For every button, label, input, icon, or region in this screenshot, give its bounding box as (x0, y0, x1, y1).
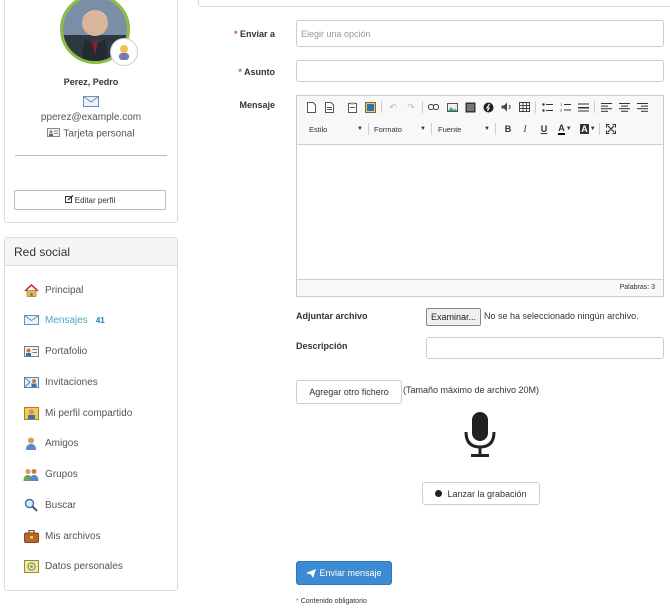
personal-data-icon (23, 559, 39, 573)
subject-label: * Asunto (238, 67, 275, 77)
align-right-icon[interactable] (635, 100, 649, 114)
record-icon (435, 490, 443, 497)
svg-text:2: 2 (560, 108, 563, 113)
panel-title: Red social (14, 245, 71, 259)
image-icon[interactable] (445, 100, 459, 114)
attach-file-label: Adjuntar archivo (296, 311, 368, 321)
italic-button[interactable]: I (518, 122, 532, 136)
sidebar-item-datos-personales[interactable]: Datos personales (23, 557, 123, 575)
svg-text:1: 1 (560, 102, 563, 107)
background-color-button[interactable]: A ▼ (579, 122, 597, 136)
table-icon[interactable] (517, 100, 531, 114)
description-field[interactable] (426, 337, 664, 359)
undo-icon[interactable]: ↶ (386, 100, 400, 114)
sidebar-item-mis-archivos[interactable]: Mis archivos (23, 527, 101, 545)
editor-toolbar: ↶ ↷ 12 Estilo ▼ Formato ▼ Fuente ▼ B I U A ▼… (297, 96, 663, 145)
vcard-icon (47, 128, 61, 140)
paper-plane-icon (306, 568, 317, 578)
envelope-icon (23, 313, 39, 327)
edit-icon (64, 195, 74, 205)
microphone-icon (463, 412, 497, 458)
align-center-icon[interactable] (617, 100, 631, 114)
editor-status-bar: Palabras: 3 (297, 279, 663, 296)
sidebar-item-mensajes[interactable]: Mensajes 41 (23, 311, 105, 329)
briefcase-icon (23, 529, 39, 543)
add-another-file-button[interactable]: Agregar otro fichero (296, 380, 402, 404)
user-badge-icon (110, 38, 138, 66)
friends-icon (23, 436, 39, 450)
browse-file-button[interactable]: Examinar... (426, 308, 481, 326)
send-message-button[interactable]: Enviar mensaje (296, 561, 392, 585)
templates-icon[interactable] (322, 100, 336, 114)
recipient-label: * Enviar a (233, 29, 275, 39)
social-network-panel: Red social Principal Mensajes 41 Portafol… (4, 237, 178, 591)
no-file-selected-text: No se ha seleccionado ningún archivo. (484, 311, 639, 321)
paste-word-icon[interactable] (363, 100, 377, 114)
chevron-down-icon: ▼ (484, 126, 490, 132)
audio-icon[interactable] (499, 100, 513, 114)
sidebar-item-grupos[interactable]: Grupos (23, 465, 78, 483)
redo-icon[interactable]: ↷ (404, 100, 418, 114)
profile-panel: Perez, Pedro pperez@example.com Tarjeta … (4, 0, 178, 223)
vcard-link[interactable]: Tarjeta personal (5, 128, 177, 140)
envelope-icon[interactable] (5, 94, 177, 112)
chevron-down-icon: ▼ (420, 126, 426, 132)
new-page-icon[interactable] (304, 100, 318, 114)
message-label: Mensaje (239, 100, 275, 110)
paste-text-icon[interactable] (346, 100, 360, 114)
vcard-label: Tarjeta personal (63, 128, 135, 140)
sidebar-item-amigos[interactable]: Amigos (23, 434, 78, 452)
bold-button[interactable]: B (501, 122, 515, 136)
panel-header: Red social (5, 238, 177, 266)
word-count: Palabras: 3 (619, 284, 655, 291)
subject-field[interactable] (296, 60, 664, 82)
font-dropdown[interactable]: Fuente ▼ (438, 122, 490, 136)
max-file-size-note: (Tamaño máximo de archivo 20M) (403, 385, 540, 395)
bullet-list-icon[interactable] (540, 100, 554, 114)
search-icon (23, 498, 39, 512)
sidebar-item-buscar[interactable]: Buscar (23, 496, 76, 514)
sidebar-item-principal[interactable]: Principal (23, 281, 83, 299)
groups-icon (23, 467, 39, 481)
description-label: Descripción (296, 341, 348, 351)
maximize-icon[interactable] (604, 122, 618, 136)
message-editor[interactable]: ↶ ↷ 12 Estilo ▼ Formato ▼ Fuente ▼ B I U A ▼… (296, 95, 664, 297)
format-dropdown[interactable]: Formato ▼ (374, 122, 426, 136)
sidebar-item-invitaciones[interactable]: Invitaciones (23, 373, 98, 391)
user-name: Perez, Pedro (63, 77, 119, 87)
align-left-icon[interactable] (599, 100, 613, 114)
user-email: pperez@example.com (40, 112, 142, 123)
numbered-list-icon[interactable]: 12 (558, 100, 572, 114)
text-color-button[interactable]: A ▼ (556, 122, 574, 136)
portfolio-icon (23, 344, 39, 358)
flash-icon[interactable] (481, 100, 495, 114)
shared-profile-icon (23, 406, 39, 420)
video-icon[interactable] (463, 100, 477, 114)
home-icon (23, 283, 39, 297)
invitation-icon (23, 375, 39, 389)
sidebar-item-portafolio[interactable]: Portafolio (23, 342, 87, 360)
chevron-down-icon: ▼ (357, 126, 363, 132)
recipient-select[interactable]: Elegir una opción (296, 20, 664, 47)
link-icon[interactable] (426, 100, 440, 114)
start-recording-button[interactable]: Lanzar la grabación (422, 482, 540, 505)
divider (15, 155, 167, 156)
horizontal-rule-icon[interactable] (576, 100, 590, 114)
required-field-note: * Contenido obligatorio (296, 598, 367, 605)
unread-count-badge: 41 (95, 315, 105, 325)
sidebar-item-shared-profile[interactable]: Mi perfil compartido (23, 404, 132, 422)
top-panel-edge (198, 0, 670, 7)
style-dropdown[interactable]: Estilo ▼ (309, 122, 363, 136)
edit-profile-button[interactable]: Editar perfil (14, 190, 166, 210)
underline-button[interactable]: U (537, 122, 551, 136)
